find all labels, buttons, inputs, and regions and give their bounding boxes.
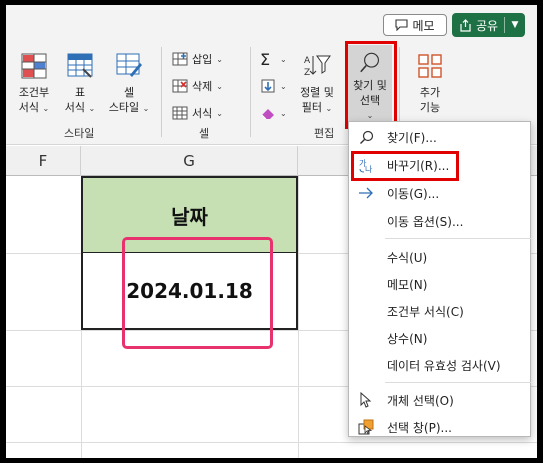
menu-item-label: 찾기(F)... <box>387 130 437 145</box>
svg-text:A: A <box>304 56 311 66</box>
menu-item-goto[interactable]: 이동(G)... <box>349 180 530 206</box>
menu-item-label: 이동(G)... <box>387 186 440 201</box>
sort-filter-label-1: 정렬 및 <box>300 86 334 99</box>
table-format-label-1: 표 <box>74 86 86 99</box>
find-select-highlight <box>345 41 397 129</box>
comment-icon <box>395 19 409 31</box>
cell-style-button[interactable]: 셀 스타일 ⌄ <box>104 51 154 116</box>
sigma-icon: Σ <box>260 49 271 69</box>
delete-button[interactable]: 삭제 ⌄ <box>172 76 223 96</box>
autosum-button[interactable]: Σ ⌄ <box>260 49 287 69</box>
menu-item-notes[interactable]: 메모(N) <box>349 271 530 297</box>
menu-item-data-validation[interactable]: 데이터 유효성 검사(V) <box>349 352 530 378</box>
search-icon <box>359 130 373 144</box>
style-group-label: 스타일 <box>64 127 95 140</box>
eraser-icon <box>261 109 274 120</box>
edit-group-label: 편집 <box>314 127 335 140</box>
table-format-icon <box>67 53 93 78</box>
pointer-icon <box>360 392 372 408</box>
conditional-format-button[interactable]: 조건부 서식 ⌄ <box>12 51 56 116</box>
menu-item-label: 상수(N) <box>387 331 428 346</box>
format-cells-button[interactable]: 서식 ⌄ <box>172 103 223 123</box>
fill-button[interactable]: ⌄ <box>260 76 287 96</box>
menu-item-select-objects[interactable]: 개체 선택(O) <box>349 387 530 413</box>
menu-item-label: 선택 창(P)... <box>387 420 452 435</box>
menu-item-label: 메모(N) <box>387 277 428 292</box>
cell-style-label-2: 스타일 ⌄ <box>108 101 150 114</box>
insert-button[interactable]: 삽입 ⌄ <box>172 49 223 69</box>
cells-group-label: 셀 <box>199 127 210 140</box>
column-header-g[interactable]: G <box>81 146 298 176</box>
date-value-highlight <box>122 237 273 349</box>
selection-pane-icon <box>358 419 374 435</box>
menu-item-label: 개체 선택(O) <box>387 393 454 408</box>
addins-button[interactable]: 추가 기능 <box>410 51 450 115</box>
fill-down-icon <box>261 79 275 93</box>
memo-label: 메모 <box>412 18 435 33</box>
conditional-format-label-1: 조건부 <box>18 86 50 99</box>
format-label: 서식 <box>192 107 213 120</box>
clear-button[interactable]: ⌄ <box>260 103 287 123</box>
menu-item-label: 이동 옵션(S)... <box>387 214 464 229</box>
format-cells-icon <box>172 106 188 120</box>
addins-label-2: 기능 <box>419 101 441 114</box>
share-dropdown-icon[interactable]: ▼ <box>505 20 525 30</box>
conditional-format-label-2: 서식 ⌄ <box>18 101 50 114</box>
menu-item-formulas[interactable]: 수식(U) <box>349 244 530 270</box>
memo-button[interactable]: 메모 <box>383 14 447 36</box>
table-format-label-2: 서식 ⌄ <box>64 101 96 114</box>
excel-window: 메모 공유 ▼ 조건부 서식 ⌄ 표 서식 ⌄ 셀 스타일 ⌄ 스타일 삽입 ⌄… <box>6 5 537 458</box>
delete-cells-icon <box>172 79 188 93</box>
menu-item-selection-pane[interactable]: 선택 창(P)... <box>349 414 530 440</box>
find-select-menu: 찾기(F)... 가나 바꾸기(R)... 이동(G)... 이동 옵션(S).… <box>348 121 531 437</box>
format-as-table-button[interactable]: 표 서식 ⌄ <box>60 51 100 116</box>
sort-filter-label-2: 필터 ⌄ <box>301 101 333 114</box>
delete-label: 삭제 <box>192 80 213 93</box>
svg-text:Z: Z <box>304 68 310 78</box>
share-label: 공유 <box>476 18 499 33</box>
menu-item-label: 데이터 유효성 검사(V) <box>387 358 501 373</box>
share-button[interactable]: 공유 ▼ <box>452 13 525 37</box>
menu-item-find[interactable]: 찾기(F)... <box>349 124 530 150</box>
title-bar: 메모 공유 ▼ <box>6 5 537 39</box>
menu-item-constants[interactable]: 상수(N) <box>349 325 530 351</box>
addins-label-1: 추가 <box>419 86 441 99</box>
addins-icon <box>418 54 442 78</box>
cell-style-label-1: 셀 <box>123 86 135 99</box>
sort-filter-icon: A Z <box>304 55 331 78</box>
menu-item-conditional-format[interactable]: 조건부 서식(C) <box>349 298 530 324</box>
menu-item-label: 수식(U) <box>387 250 428 265</box>
arrow-right-icon <box>359 187 373 199</box>
cell-style-icon <box>116 53 142 77</box>
menu-item-goto-special[interactable]: 이동 옵션(S)... <box>349 208 530 234</box>
insert-label: 삽입 <box>192 53 213 66</box>
column-header-f[interactable]: F <box>6 146 81 176</box>
insert-cells-icon <box>172 52 188 66</box>
menu-item-label: 조건부 서식(C) <box>387 304 464 319</box>
sort-filter-button[interactable]: A Z 정렬 및 필터 ⌄ <box>296 51 338 116</box>
replace-highlight <box>351 151 459 181</box>
share-icon <box>460 18 471 32</box>
conditional-format-icon <box>21 53 47 79</box>
